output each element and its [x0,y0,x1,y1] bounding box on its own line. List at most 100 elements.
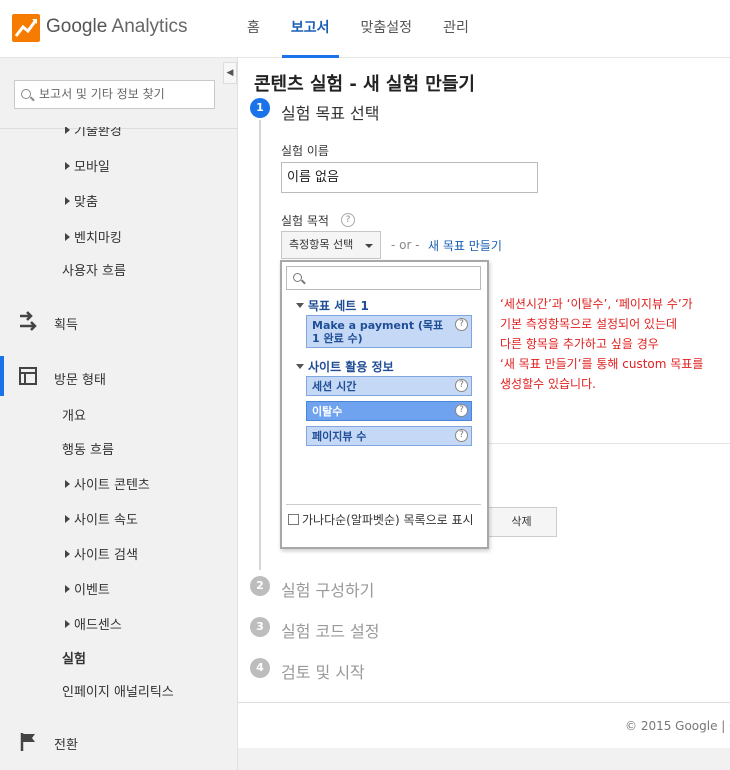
sidebar [0,58,238,770]
delete-button[interactable]: 삭제 [486,507,557,537]
sidebar-item-label: 애드센스 [74,618,122,633]
metric-option-label: 이탈수 [312,405,343,418]
metric-option-label: 페이지뷰 수 [312,430,367,443]
help-icon[interactable]: ? [455,429,468,442]
expand-icon [65,197,70,205]
help-icon[interactable]: ? [455,318,468,331]
sidebar-section-acquisition[interactable]: 획득 [54,314,78,333]
sidebar-item-in-page-analytics[interactable]: 인페이지 애널리틱스 [62,681,174,700]
alpha-sort-label: 가나다순(알파벳순) 목록으로 표시 [302,513,474,527]
experiment-name-input[interactable]: 이름 없음 [281,162,538,193]
alpha-sort-checkbox[interactable] [288,514,299,525]
sidebar-item-label: 사이트 검색 [74,548,138,563]
sidebar-item-label: 맞춤 [74,195,98,210]
sidebar-item-site-speed[interactable]: 사이트 속도 [65,509,138,528]
nav-reports[interactable]: 보고서 [281,0,339,58]
sidebar-item-label: 사이트 속도 [74,513,138,528]
sidebar-item-adsense[interactable]: 애드센스 [65,614,122,633]
new-goal-link[interactable]: 새 목표 만들기 [428,237,502,254]
sidebar-item-label: 모바일 [74,160,110,175]
main-nav: 홈 보고서 맞춤설정 관리 [238,0,491,58]
annotation-line: 생성할수 있습니다. [500,377,596,391]
metric-option-pageviews[interactable]: 페이지뷰 수 ? [306,426,472,446]
annotation-line: 기본 측정항목으로 설정되어 있는데 [500,317,678,331]
metric-select-label: 측정항목 선택 [289,238,354,251]
nav-admin[interactable]: 관리 [434,0,478,58]
search-icon [293,273,302,282]
objective-label: 실험 목적 [281,214,329,228]
expand-icon [65,127,70,134]
help-icon[interactable]: ? [341,213,355,227]
nav-home[interactable]: 홈 [238,0,269,58]
acquisition-icon [20,311,37,331]
nav-customization[interactable]: 맞춤설정 [352,0,422,58]
expand-icon [65,585,70,593]
step-4-label[interactable]: 검토 및 시작 [281,659,365,683]
metric-option-bounces[interactable]: 이탈수 ? [306,401,472,421]
expand-icon [65,233,70,241]
sidebar-item-benchmarking[interactable]: 벤치마킹 [65,227,122,246]
logo-google: Google [46,16,108,37]
top-bar: Google Analytics 홈 보고서 맞춤설정 관리 [0,0,730,58]
collapse-icon [296,364,304,369]
expand-icon [65,550,70,558]
step-1-number: 1 [250,98,270,118]
group-site-usage[interactable]: 사이트 활용 정보 [296,358,394,375]
sidebar-item-label: 이벤트 [74,583,110,598]
dropdown-search-input[interactable] [286,266,481,290]
sidebar-item-site-content[interactable]: 사이트 콘텐츠 [65,474,150,493]
collapse-sidebar-button[interactable]: ◀ [223,62,237,84]
metric-option-make-payment[interactable]: Make a payment (목표 1 완료 수) ? [306,315,472,348]
step-2-number: 2 [250,576,270,596]
sidebar-section-behavior[interactable]: 방문 형태 [54,369,106,388]
sidebar-item-mobile[interactable]: 모바일 [65,156,110,175]
sidebar-item-events[interactable]: 이벤트 [65,579,110,598]
logo-text[interactable]: Google Analytics [46,16,188,38]
step-2-label[interactable]: 실험 구성하기 [281,577,374,601]
chevron-down-icon [365,244,373,248]
metric-option-label: 세션 시간 [312,380,357,393]
copyright-text: © 2015 Google | C [625,719,730,733]
sidebar-section-conversions[interactable]: 전환 [54,734,78,753]
experiment-name-label: 실험 이름 [281,144,329,158]
report-search-input[interactable]: 보고서 및 기타 정보 찾기 [14,80,215,109]
sidebar-item-overview[interactable]: 개요 [62,405,86,424]
expand-icon [65,162,70,170]
sidebar-item-users-flow[interactable]: 사용자 흐름 [62,260,126,279]
or-separator: - or - [391,238,420,252]
annotation-line: ‘세션시간’과 ‘이탈수’, ‘페이지뷰 수’가 [500,297,693,311]
collapse-icon [296,303,304,308]
group-label: 목표 세트 1 [308,299,369,313]
flag-icon [20,733,35,751]
active-section-indicator [0,356,4,396]
page-title: 콘텐츠 실험 - 새 실험 만들기 [254,74,475,95]
metric-dropdown-panel: 목표 세트 1 Make a payment (목표 1 완료 수) ? 사이트… [280,260,489,549]
group-goal-set-1[interactable]: 목표 세트 1 [296,297,369,314]
sidebar-item-experiments[interactable]: 실험 [62,648,86,667]
annotation-note: ‘세션시간’과 ‘이탈수’, ‘페이지뷰 수’가 기본 측정항목으로 설정되어 … [500,294,703,394]
annotation-line: 다른 항목을 추가하고 싶을 경우 [500,337,659,351]
help-icon[interactable]: ? [455,404,468,417]
metric-select-dropdown[interactable]: 측정항목 선택 [281,231,381,259]
group-label: 사이트 활용 정보 [308,360,394,374]
search-placeholder: 보고서 및 기타 정보 찾기 [39,87,165,101]
expand-icon [65,480,70,488]
step-3-number: 3 [250,617,270,637]
sidebar-item-custom[interactable]: 맞춤 [65,191,98,210]
step-connector-line [259,120,261,570]
dropdown-divider [286,504,481,505]
step-1-label: 실험 목표 선택 [281,104,380,123]
google-analytics-logo-icon[interactable] [12,14,40,42]
step-3-label[interactable]: 실험 코드 설정 [281,618,380,642]
bottom-band [238,748,730,770]
help-icon[interactable]: ? [455,379,468,392]
section-divider [488,443,730,444]
expand-icon [65,620,70,628]
metric-option-label: Make a payment (목표 1 완료 수) [312,319,444,345]
alpha-sort-checkbox-row[interactable]: 가나다순(알파벳순) 목록으로 표시 [288,512,483,529]
search-icon [21,89,31,99]
sidebar-item-site-search[interactable]: 사이트 검색 [65,544,138,563]
sidebar-item-behavior-flow[interactable]: 행동 흐름 [62,439,114,458]
expand-icon [65,515,70,523]
metric-option-session-duration[interactable]: 세션 시간 ? [306,376,472,396]
